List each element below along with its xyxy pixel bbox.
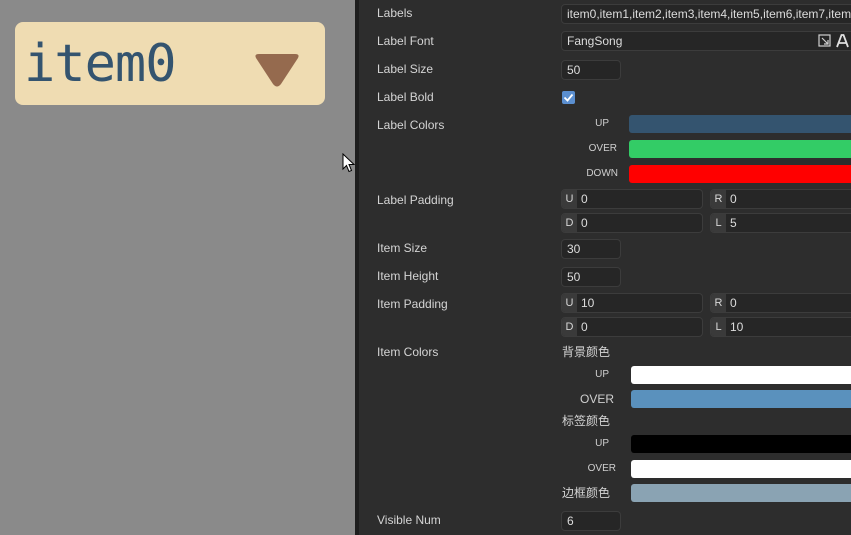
- padding-tag: U: [562, 190, 577, 208]
- padding-value: 0: [730, 296, 737, 310]
- padding-tag: U: [562, 294, 577, 312]
- label-color-over-sublabel: OVER: [587, 463, 616, 474]
- font-select-icon[interactable]: [818, 34, 831, 47]
- visible-num-label: Visible Num: [377, 513, 441, 527]
- label-size-label: Label Size: [377, 62, 434, 76]
- font-picker-icons: [818, 34, 849, 48]
- bg-color-over-label: OVER: [579, 392, 614, 406]
- padding-value: 0: [730, 192, 737, 206]
- label-size-input[interactable]: 50: [561, 60, 621, 80]
- label-color-title: 标签颜色: [562, 414, 611, 428]
- label-color-down-swatch[interactable]: [629, 165, 851, 183]
- background-color-title: 背景颜色: [562, 345, 611, 359]
- padding-value: 0: [581, 192, 588, 206]
- border-color-title: 边框颜色: [562, 486, 611, 500]
- padding-value: 0: [581, 320, 588, 334]
- labels-label: Labels: [377, 6, 413, 20]
- label-font-label: Label Font: [377, 34, 434, 48]
- triangle-down-icon: [255, 54, 299, 87]
- checkmark-icon: [563, 93, 574, 102]
- item-padding-right-field[interactable]: R 0: [710, 293, 851, 313]
- item-padding-up-field[interactable]: U 10: [561, 293, 703, 313]
- bg-color-up-label: UP: [595, 369, 609, 380]
- item-padding-left-field[interactable]: L 10: [710, 317, 851, 337]
- padding-value: 10: [730, 320, 744, 334]
- bg-color-over-swatch[interactable]: [631, 390, 851, 408]
- label-font-input[interactable]: FangSong: [561, 31, 851, 51]
- label-color-over-label: OVER: [588, 143, 617, 154]
- label-color-up-label: UP: [595, 118, 609, 129]
- properties-panel: Labels item0,item1,item2,item3,item4,ite…: [359, 0, 851, 535]
- item-padding-down-field[interactable]: D 0: [561, 317, 703, 337]
- item-padding-label: Item Padding: [377, 297, 448, 311]
- bg-color-up-swatch[interactable]: [631, 366, 851, 384]
- font-style-icon[interactable]: [836, 34, 849, 48]
- label-colors-label: Label Colors: [377, 118, 445, 132]
- mouse-cursor-icon: [342, 153, 356, 173]
- padding-tag: R: [711, 190, 726, 208]
- item-label-color-up-swatch[interactable]: [631, 435, 851, 453]
- item-size-input[interactable]: 30: [561, 239, 621, 259]
- padding-tag: R: [711, 294, 726, 312]
- padding-value: 5: [730, 216, 737, 230]
- padding-tag: D: [562, 214, 577, 232]
- label-padding-up-field[interactable]: U 0: [561, 189, 703, 209]
- label-padding-left-field[interactable]: L 5: [710, 213, 851, 233]
- label-bold-label: Label Bold: [377, 90, 434, 104]
- item-colors-label: Item Colors: [377, 345, 439, 359]
- padding-tag: L: [711, 214, 726, 232]
- label-color-up-sublabel: UP: [595, 438, 609, 449]
- label-padding-label: Label Padding: [377, 193, 454, 207]
- item-height-input[interactable]: 50: [561, 267, 621, 287]
- label-color-down-label: DOWN: [586, 168, 618, 179]
- padding-value: 10: [581, 296, 595, 310]
- padding-tag: L: [711, 318, 726, 336]
- padding-tag: D: [562, 318, 577, 336]
- dropdown-selected-label: item0: [24, 34, 177, 94]
- label-padding-right-field[interactable]: R 0: [710, 189, 851, 209]
- visible-num-input[interactable]: 6: [561, 511, 621, 531]
- item-size-label: Item Size: [377, 241, 428, 255]
- border-color-swatch[interactable]: [631, 484, 851, 502]
- label-bold-checkbox[interactable]: [562, 91, 575, 104]
- label-padding-down-field[interactable]: D 0: [561, 213, 703, 233]
- dropdown-preview[interactable]: item0: [15, 22, 325, 105]
- item-label-color-over-swatch[interactable]: [631, 460, 851, 478]
- padding-value: 0: [581, 216, 588, 230]
- label-color-up-swatch[interactable]: [629, 115, 851, 133]
- preview-area: item0: [0, 0, 356, 535]
- labels-input[interactable]: item0,item1,item2,item3,item4,item5,item…: [561, 4, 851, 24]
- label-color-over-swatch[interactable]: [629, 140, 851, 158]
- item-height-label: Item Height: [377, 269, 439, 283]
